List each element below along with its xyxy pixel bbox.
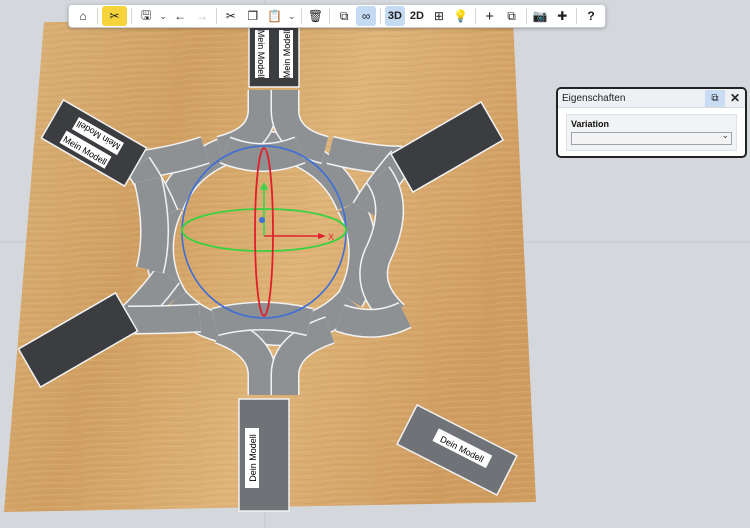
add-icon[interactable]: + (480, 6, 500, 26)
end-block-bottom[interactable]: Dein Modell (238, 398, 290, 512)
link-icon[interactable]: ∞ (356, 6, 377, 26)
view-3d-button[interactable]: 3D (384, 6, 405, 26)
toolbar-separator (300, 8, 302, 24)
tools-icon[interactable]: ✂ (101, 6, 128, 26)
paste-icon[interactable]: 📋 (265, 6, 285, 26)
gizmo-axis-x-label: X (328, 232, 334, 242)
gizmo-center[interactable] (259, 217, 265, 223)
main-toolbar: ⌂ ✂ 🖫 ⌄ ← → ✂ ❐ 📋 ⌄ 🗑 ⧉ ∞ 3D 2D ⊞ 💡 + ⧉ … (68, 4, 606, 28)
track-bottom-connector[interactable] (211, 303, 314, 335)
duplicate-icon[interactable]: ⧉ (334, 6, 354, 26)
label-top-arm-2: Mein Modell (282, 30, 292, 79)
track-lower-right[interactable] (335, 303, 411, 337)
delete-icon[interactable]: 🗑 (305, 6, 325, 26)
camera-icon[interactable]: 📷 (530, 6, 550, 26)
track-left-b[interactable] (127, 305, 201, 333)
label-bottom-arm: Dein Modell (248, 434, 258, 482)
toolbar-separator (474, 8, 476, 24)
save-icon[interactable]: 🖫 (136, 6, 156, 26)
cut-icon[interactable]: ✂ (221, 6, 241, 26)
track-right-outer[interactable] (360, 167, 405, 325)
bulb-icon[interactable]: 💡 (451, 6, 471, 26)
toolbar-separator (216, 8, 217, 24)
save-menu-chevron-down-icon[interactable]: ⌄ (158, 6, 168, 26)
paste-menu-chevron-down-icon[interactable]: ⌄ (287, 6, 297, 26)
3d-viewport[interactable]: Mein Modell Mein Modell Mein Modell Mein… (0, 0, 750, 528)
variation-select[interactable]: ⌄ (571, 130, 732, 145)
popout-icon[interactable]: ⧉ (705, 89, 725, 107)
undo-icon[interactable]: ← (170, 6, 190, 26)
toolbar-separator (97, 8, 98, 24)
clone-icon[interactable]: ⧉ (502, 6, 522, 26)
track-left-outer[interactable] (135, 176, 168, 274)
toolbar-separator (576, 8, 577, 24)
help-icon[interactable]: ? (581, 6, 601, 26)
properties-panel-title: Eigenschaften (562, 92, 626, 104)
variation-label: Variation (571, 119, 610, 129)
view-2d-button[interactable]: 2D (407, 6, 427, 26)
label-top-arm: Mein Modell (256, 30, 266, 79)
properties-panel-header[interactable]: Eigenschaften ⧉ ✕ (558, 89, 745, 108)
puzzle-icon[interactable]: ✚ (552, 6, 572, 26)
toolbar-separator (329, 8, 331, 24)
chevron-down-icon: ⌄ (721, 130, 729, 140)
variation-section: Variation ⌄ (566, 114, 737, 151)
properties-panel: Eigenschaften ⧉ ✕ Variation ⌄ (556, 87, 747, 158)
toolbar-separator (525, 8, 527, 24)
toolbar-separator (131, 8, 133, 24)
toolbar-separator (380, 8, 381, 24)
home-icon[interactable]: ⌂ (73, 6, 93, 26)
redo-icon[interactable]: → (192, 6, 212, 26)
grid-icon[interactable]: ⊞ (429, 6, 449, 26)
close-icon[interactable]: ✕ (725, 90, 745, 107)
copy-icon[interactable]: ❐ (243, 6, 263, 26)
end-block-top[interactable]: Mein Modell Mein Modell (248, 26, 300, 88)
